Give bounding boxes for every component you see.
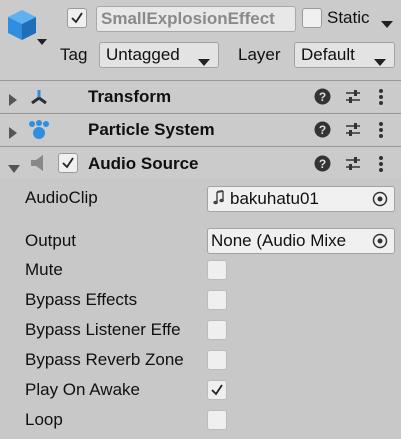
particle-system-icon	[28, 120, 50, 145]
help-icon[interactable]: ?	[314, 88, 331, 110]
play-on-awake-label: Play On Awake	[25, 380, 140, 399]
svg-text:?: ?	[319, 157, 326, 171]
audioclip-value: bakuhatu01	[230, 189, 319, 208]
component-title: Particle System	[88, 120, 215, 139]
component-header-transform[interactable]: Transform ?	[0, 80, 401, 112]
component-header-particle-system[interactable]: Particle System ?	[0, 113, 401, 145]
static-checkbox[interactable]	[302, 8, 322, 28]
svg-text:?: ?	[319, 123, 326, 137]
kebab-menu-icon[interactable]	[378, 88, 384, 111]
icon-dropdown-arrow-icon[interactable]	[36, 32, 48, 45]
transform-icon	[29, 87, 49, 112]
foldout-collapsed-icon[interactable]	[8, 124, 18, 144]
bypass-effects-label: Bypass Effects	[25, 290, 138, 309]
component-title: Audio Source	[88, 154, 199, 173]
gameobject-cube-icon[interactable]	[6, 8, 38, 42]
component-title: Transform	[88, 87, 172, 106]
preset-sliders-icon[interactable]	[345, 156, 361, 177]
foldout-collapsed-icon[interactable]	[8, 91, 18, 111]
layer-label: Layer	[238, 45, 281, 64]
layer-dropdown[interactable]: Default	[294, 42, 395, 68]
kebab-menu-icon[interactable]	[378, 155, 384, 178]
layer-dropdown-arrow-icon	[374, 52, 386, 72]
component-header-audio-source[interactable]: Audio Source ?	[0, 146, 401, 179]
layer-value: Default	[301, 45, 355, 64]
preset-sliders-icon[interactable]	[345, 89, 361, 110]
play-on-awake-checkbox[interactable]	[207, 380, 227, 400]
mute-checkbox[interactable]	[207, 260, 227, 280]
audioclip-field[interactable]: bakuhatu01	[207, 186, 395, 212]
foldout-expanded-icon[interactable]	[8, 159, 20, 179]
audio-source-enabled-checkbox[interactable]	[58, 153, 78, 173]
object-name-field[interactable]: SmallExplosionEffect	[96, 6, 296, 32]
kebab-menu-icon[interactable]	[378, 121, 384, 144]
audio-source-properties: AudioClip bakuhatu01 Output None (Audio …	[0, 179, 401, 439]
bypass-listener-effects-label: Bypass Listener Effe	[25, 320, 181, 339]
mute-label: Mute	[25, 260, 63, 279]
static-label[interactable]: Static	[327, 8, 370, 28]
help-icon[interactable]: ?	[314, 155, 331, 177]
tag-dropdown-arrow-icon	[198, 52, 210, 72]
static-dropdown-arrow-icon[interactable]	[381, 14, 393, 34]
output-field[interactable]: None (Audio Mixe	[207, 228, 395, 254]
music-note-icon	[213, 190, 225, 211]
tag-value: Untagged	[106, 45, 180, 64]
output-value: None (Audio Mixe	[211, 231, 347, 250]
audio-source-icon	[30, 155, 48, 176]
active-checkbox[interactable]	[67, 8, 87, 28]
audioclip-label: AudioClip	[25, 188, 98, 207]
object-picker-icon[interactable]	[372, 233, 388, 253]
bypass-reverb-zones-label: Bypass Reverb Zone	[25, 350, 184, 369]
tag-dropdown[interactable]: Untagged	[99, 42, 219, 68]
bypass-listener-effects-checkbox[interactable]	[207, 320, 227, 340]
bypass-effects-checkbox[interactable]	[207, 290, 227, 310]
preset-sliders-icon[interactable]	[345, 122, 361, 143]
help-icon[interactable]: ?	[314, 121, 331, 143]
gameobject-header: SmallExplosionEffect Static Tag Untagged…	[0, 0, 401, 80]
tag-label: Tag	[60, 45, 88, 64]
svg-text:?: ?	[319, 90, 326, 104]
loop-label: Loop	[25, 410, 63, 429]
output-label: Output	[25, 231, 77, 250]
bypass-reverb-zones-checkbox[interactable]	[207, 350, 227, 370]
object-picker-icon[interactable]	[372, 191, 388, 211]
loop-checkbox[interactable]	[207, 410, 227, 430]
